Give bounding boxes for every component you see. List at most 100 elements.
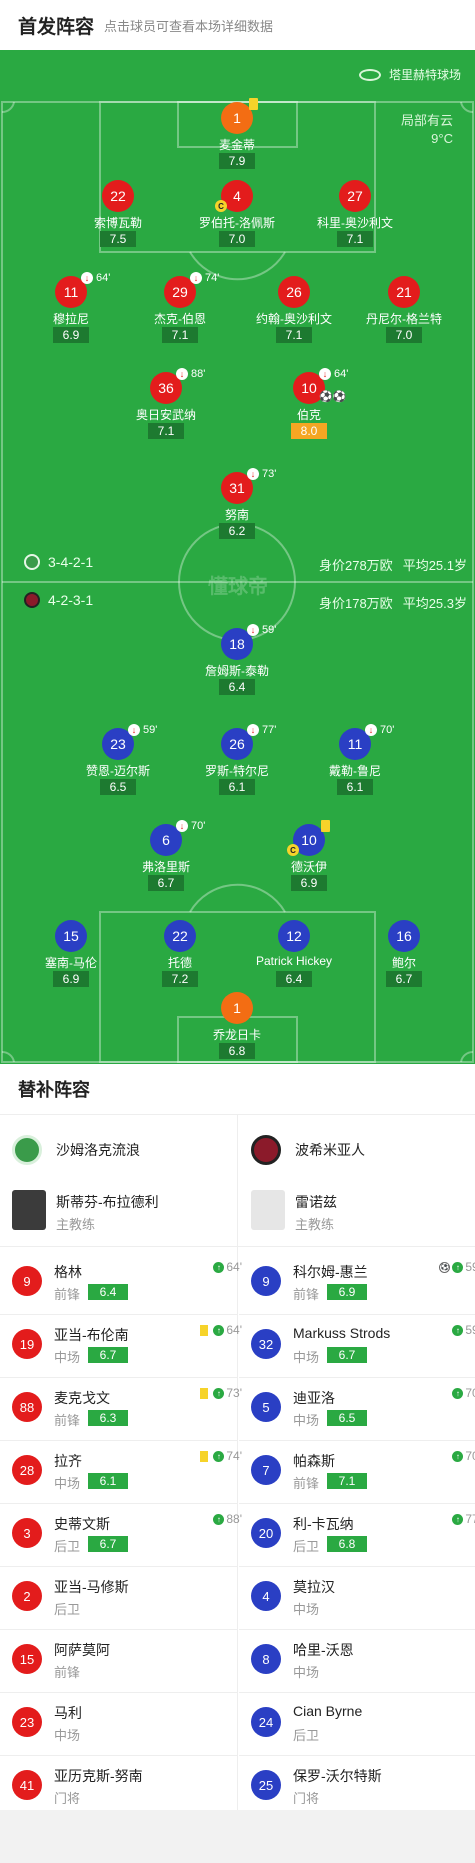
pitch-player[interactable]: 26 约翰-奥沙利文 7.1 [244,276,344,348]
player-name: 努南 [224,508,249,522]
bench-player-row[interactable]: 32 Markuss Strods 中场 6.7 ↑59' [251,1321,475,1367]
bench-player-row[interactable]: 88 麦克戈文 前锋 6.3 ↑ 73' [12,1384,242,1430]
player-number: 27 [339,180,371,212]
bench-title: 替补阵容 [18,1080,90,1100]
yellow-card-icon [321,820,330,832]
player-number: 7 [251,1455,281,1485]
home-coach[interactable]: 斯蒂芬-布拉德利 主教练 [12,1188,232,1236]
bench-player-row[interactable]: 2 亚当-马修斯 后卫 [12,1573,242,1619]
player-number: 16 [388,920,420,952]
sub-time: 88' [191,368,206,380]
pitch-player[interactable]: 23 ↓ 59' 赞恩-迈尔斯 6.5 [68,724,168,800]
player-name: 奥日安武纳 [135,408,196,422]
lineup-subtitle: 点击球员可查看本场详细数据 [104,19,274,34]
pitch-player[interactable]: 18 ↓ 59' 詹姆斯-泰勒 6.4 [187,624,287,700]
sub-time: 77' [262,724,277,736]
pitch-player[interactable]: 31 ↓ 73' 努南 6.2 [187,468,287,544]
sub-off-marker: ↓ 64' [81,272,110,284]
home-team-header: 沙姆洛克流浪 [12,1130,140,1170]
pitch-player[interactable]: 1 麦金蒂 7.9 [187,98,287,174]
pitch-player[interactable]: 6 ↓ 70' 弗洛里斯 6.7 [116,820,216,896]
sub-off-marker: ↓ 70' [365,724,394,736]
home-formation: 3-4-2-1 [24,554,93,570]
bench-player-row[interactable]: 19 亚当-布伦南 中场 6.7 ↑ 64' [12,1321,242,1367]
bench-player-row[interactable]: 25 保罗-沃尔特斯 门将 [251,1762,475,1808]
pitch-player[interactable]: 21 丹尼尔-格兰特 7.0 [354,276,454,348]
player-name: 索博瓦勒 [93,216,142,230]
player-rating: 6.4 [88,1284,128,1300]
bench-player-row[interactable]: 8 哈里-沃恩 中场 [251,1636,475,1682]
player-number: 28 [12,1455,42,1485]
bench-player-row[interactable]: 5 迪亚洛中场 6.5 ↑70' [251,1384,475,1430]
divider [239,1377,475,1378]
pitch-player[interactable]: 11 ↓ 70' 戴勒-鲁尼 6.1 [305,724,405,800]
player-rating: 7.1 [327,1473,367,1489]
player-number: 25 [251,1770,281,1800]
divider [239,1503,475,1504]
pitch-player[interactable]: 29 ↓ 74' 杰克-伯恩 7.1 [130,272,230,348]
player-rating: 6.7 [148,875,184,891]
pitch-player[interactable]: 4 C 罗伯托-洛佩斯 7.0 [187,180,287,252]
player-rating: 7.1 [276,327,312,343]
pitch-player[interactable]: 12 Patrick Hickey 6.4 [244,920,344,992]
away-team-name: 波希米亚人 [295,1142,365,1158]
player-position: 后卫 [54,1539,81,1554]
player-rating: 7.0 [219,231,255,247]
yellow-card-icon [200,1450,209,1462]
sub-off-icon: ↓ [176,368,188,380]
away-coach[interactable]: 雷诺兹 主教练 [251,1188,471,1236]
bench-player-row[interactable]: 15 阿萨莫阿 前锋 [12,1636,242,1682]
player-name: 亚当-布伦南 [54,1327,129,1343]
pitch-player[interactable]: 27 科里-奥沙利文 7.1 [305,180,405,252]
pitch-player[interactable]: 10 ↓ 64' ⚽⚽ 伯克 8.0 [259,368,359,444]
home-team-logo-icon [24,554,40,570]
pitch-player[interactable]: 36 ↓ 88' 奥日安武纳 7.1 [116,368,216,444]
sub-time: 70' [465,1386,475,1400]
pitch-player[interactable]: 22 索博瓦勒 7.5 [68,180,168,252]
player-name: 阿萨莫阿 [54,1642,110,1658]
player-position: 后卫 [54,1602,81,1617]
sub-off-marker: ↓ 88' [176,368,205,380]
bench-player-row[interactable]: 41 亚历克斯-努南 门将 [12,1762,242,1808]
coach-name: 雷诺兹 [295,1194,337,1210]
pitch-player[interactable]: 1 乔龙日卡 6.8 [187,992,287,1064]
player-name: 马利 [54,1705,82,1721]
player-number: 8 [251,1644,281,1674]
pitch-player[interactable]: 15 塞南-马伦 6.9 [21,920,121,992]
sub-off-marker: ↓ 73' [247,468,276,480]
sub-off-marker: ↓ 59' [128,724,157,736]
pitch-player[interactable]: 10 C 德沃伊 6.9 [259,820,359,896]
away-team-logo-icon [24,592,40,608]
pitch-player[interactable]: 26 ↓ 77' 罗斯-特尔尼 6.1 [187,724,287,800]
sub-off-marker: ↓ 74' [190,272,219,284]
bench-section: 替补阵容 沙姆洛克流浪 波希米亚人 斯蒂芬-布拉德利 主教练 雷诺兹 主教练 9… [0,1064,475,1863]
home-team-name: 沙姆洛克流浪 [56,1142,140,1158]
bench-player-row[interactable]: 24 Cian Byrne 后卫 [251,1699,475,1745]
player-number: 15 [55,920,87,952]
pitch-player[interactable]: 16 鲍尔 6.7 [354,920,454,992]
bench-player-row[interactable]: 28 拉齐 中场 6.1 ↑ 74' [12,1447,242,1493]
bench-player-row[interactable]: 9 格林 前锋 6.4 ↑ 64' [12,1258,242,1304]
bench-player-row[interactable]: 3 史蒂文斯 后卫 6.7 ↑ 88' [12,1510,242,1556]
pitch-player[interactable]: 11 ↓ 64' 穆拉尼 6.9 [21,272,121,348]
sub-time: 77' [465,1512,475,1526]
bench-player-row[interactable]: 20 利-卡瓦纳后卫 6.8 ↑77' [251,1510,475,1556]
sub-on-icon: ↑ [452,1387,464,1399]
sub-off-icon: ↓ [128,724,140,736]
bench-player-row[interactable]: 7 帕森斯前锋 7.1 ↑70' [251,1447,475,1493]
pitch-player[interactable]: 22 托德 7.2 [130,920,230,992]
divider [239,1314,475,1315]
bench-player-row[interactable]: 9 科尔姆-惠兰前锋 6.9 ⚽↑59' [251,1258,475,1304]
sub-on-marker: ↑ 64' [200,1323,242,1337]
bench-player-row[interactable]: 23 马利 中场 [12,1699,242,1745]
player-name: Cian Byrne [293,1703,363,1719]
player-rating: 6.8 [327,1536,367,1552]
bench-player-row[interactable]: 4 莫拉汉 中场 [251,1573,475,1619]
player-rating: 6.5 [327,1410,367,1426]
avatar [12,1190,46,1230]
sub-on-marker: ↑ 73' [200,1386,242,1400]
player-name: 帕森斯 [293,1453,335,1469]
divider [0,1755,237,1756]
player-rating: 6.7 [88,1347,128,1363]
player-rating: 6.1 [337,779,373,795]
